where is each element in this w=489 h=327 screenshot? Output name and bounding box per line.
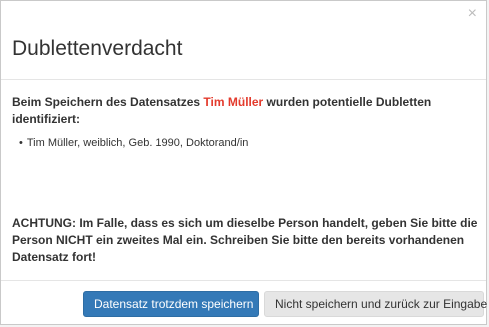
duplicate-list: Tim Müller, weiblich, Geb. 1990, Doktora… xyxy=(19,136,249,151)
list-item: Tim Müller, weiblich, Geb. 1990, Doktora… xyxy=(19,136,249,151)
duplicate-intro-text: Beim Speichern des Datensatzes Tim Mülle… xyxy=(12,94,472,128)
dialog-title: Dublettenverdacht xyxy=(12,37,183,60)
dialog-body: Beim Speichern des Datensatzes Tim Mülle… xyxy=(1,80,486,281)
close-icon[interactable]: × xyxy=(468,6,477,22)
intro-text-before: Beim Speichern des Datensatzes xyxy=(12,95,204,109)
dialog-header: Dublettenverdacht × xyxy=(1,1,486,80)
record-name: Tim Müller xyxy=(203,95,264,109)
duplicate-warning-dialog: Dublettenverdacht × Beim Speichern des D… xyxy=(0,0,487,325)
cancel-button[interactable]: Nicht speichern und zurück zur Eingabe xyxy=(264,291,487,317)
dialog-footer: Datensatz trotzdem speichern Nicht speic… xyxy=(1,281,487,326)
warning-text: ACHTUNG: Im Falle, dass es sich um diese… xyxy=(12,216,478,264)
save-anyway-button[interactable]: Datensatz trotzdem speichern xyxy=(83,291,259,317)
